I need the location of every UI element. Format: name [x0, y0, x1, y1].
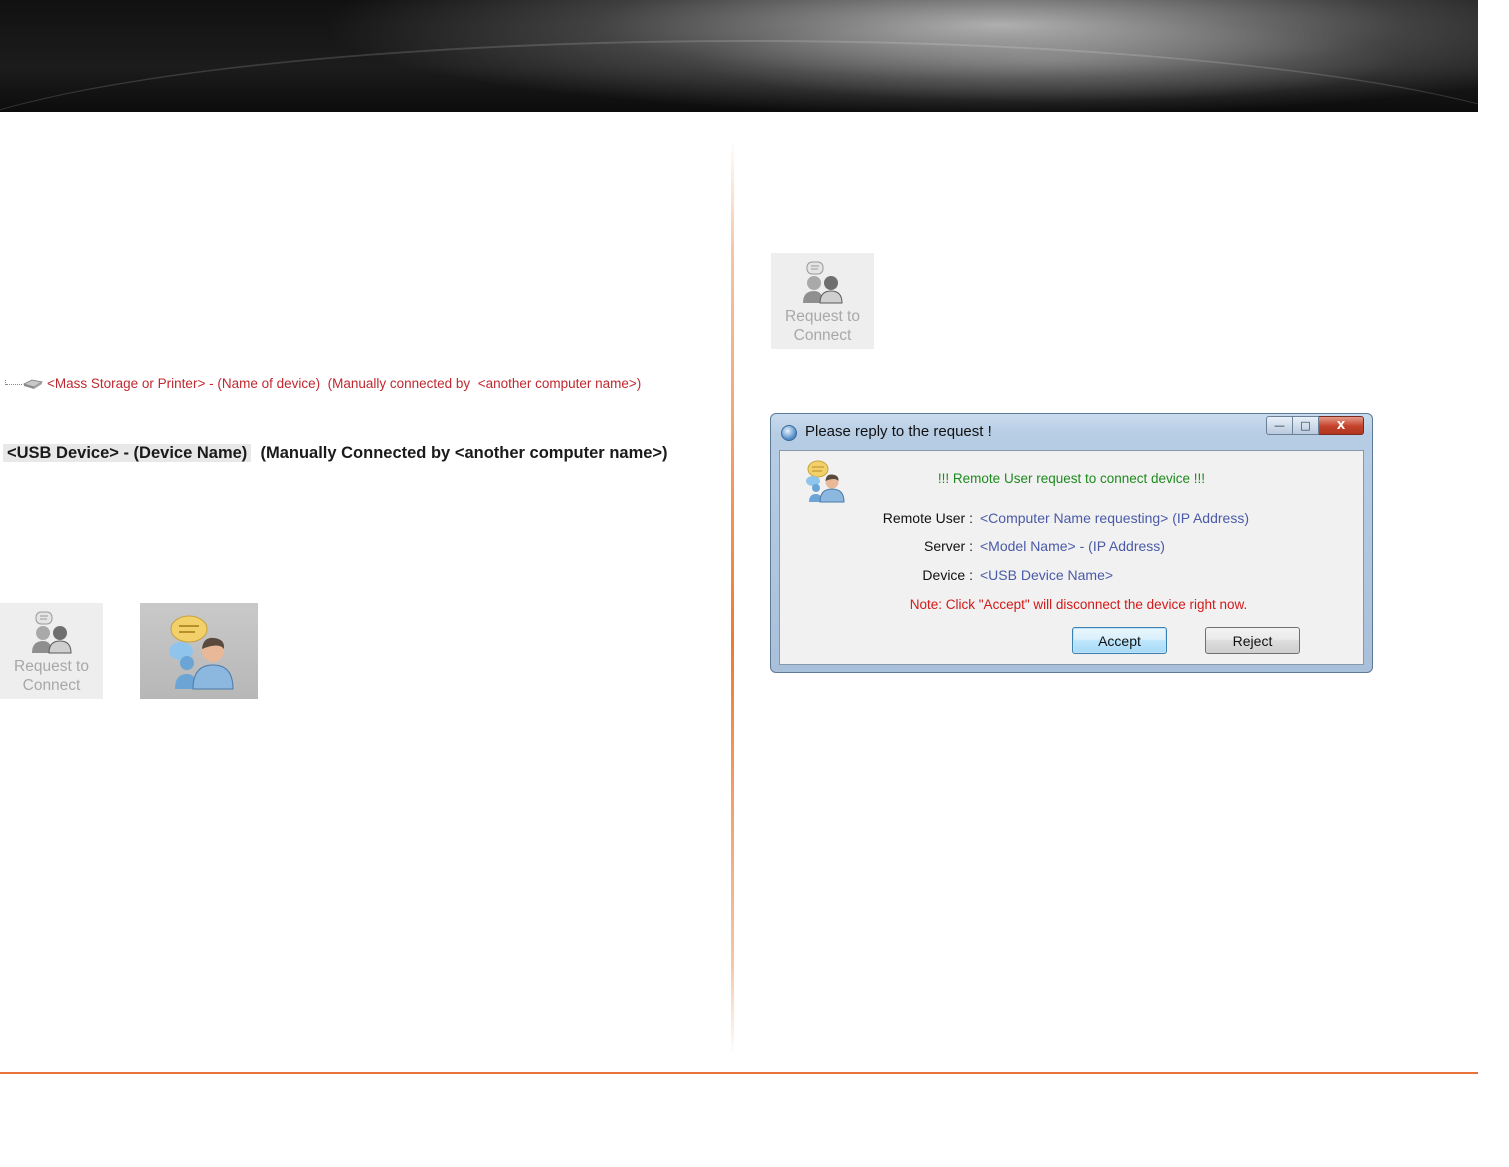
- server-row: Server : <Model Name> - (IP Address): [780, 538, 1365, 556]
- disconnect-warning-note: Note: Click "Accept" will disconnect the…: [909, 597, 1248, 612]
- connected-computer-name: <another computer name>): [454, 444, 668, 462]
- window-controls: — □ X: [1266, 416, 1364, 435]
- request-connect-large-icon: [140, 603, 258, 699]
- reject-button[interactable]: Reject: [1205, 627, 1300, 654]
- request-headline: !!! Remote User request to connect devic…: [937, 471, 1206, 486]
- request-connect-icon: [31, 611, 72, 654]
- usb-device-line: <USB Device> - (Device Name) (Manually C…: [3, 442, 668, 464]
- column-divider: [731, 140, 734, 1055]
- request-to-connect-label: Request to Connect: [785, 308, 860, 344]
- footer-rule: [0, 1072, 1478, 1074]
- remote-user-value: <Computer Name requesting> (IP Address): [980, 510, 1249, 526]
- manually-connected-label: (Manually Connected by: [260, 444, 451, 462]
- close-button[interactable]: X: [1319, 416, 1364, 435]
- users-chat-icon: [169, 615, 234, 690]
- maximize-button[interactable]: □: [1293, 416, 1319, 435]
- drive-icon: [22, 379, 44, 389]
- device-row: Device : <USB Device Name>: [780, 567, 1365, 585]
- request-to-connect-label: Request to Connect: [14, 658, 89, 694]
- dialog-titlebar[interactable]: Please reply to the request ! — □ X: [771, 414, 1372, 449]
- tree-connector: [5, 380, 22, 386]
- request-reply-dialog: Please reply to the request ! — □ X !!! …: [770, 413, 1373, 673]
- request-connect-icon: [802, 261, 843, 304]
- dialog-body: !!! Remote User request to connect devic…: [779, 450, 1364, 665]
- device-label: Device :: [922, 567, 973, 583]
- dialog-title: Please reply to the request !: [805, 423, 992, 440]
- remote-user-row: Remote User : <Computer Name requesting>…: [780, 510, 1365, 528]
- app-icon: [781, 425, 797, 441]
- remote-user-label: Remote User :: [882, 510, 973, 526]
- server-value: <Model Name> - (IP Address): [980, 538, 1165, 554]
- tree-item-device[interactable]: <Mass Storage or Printer> - (Name of dev…: [47, 376, 641, 391]
- page-header-banner: [0, 0, 1478, 112]
- minimize-button[interactable]: —: [1266, 416, 1293, 435]
- request-to-connect-button-example[interactable]: Request to Connect: [771, 253, 874, 349]
- accept-button[interactable]: Accept: [1072, 627, 1167, 654]
- device-value: <USB Device Name>: [980, 567, 1114, 583]
- request-to-connect-button[interactable]: Request to Connect: [0, 603, 103, 699]
- server-label: Server :: [923, 538, 973, 554]
- usb-device-name: <USB Device> - (Device Name): [3, 444, 252, 462]
